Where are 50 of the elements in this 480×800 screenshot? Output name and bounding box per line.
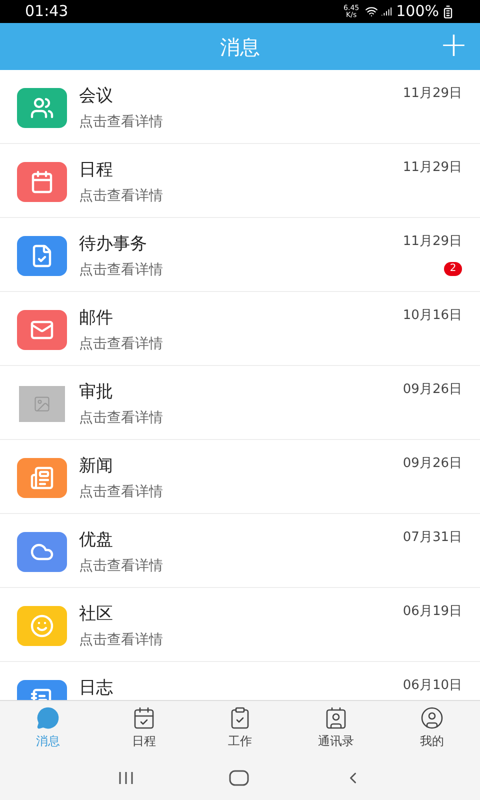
battery-icon (441, 4, 455, 18)
battery-percent: 100% (396, 1, 439, 22)
message-subtitle: 点击查看详情 (79, 335, 164, 354)
unread-count: 2 (444, 262, 462, 276)
message-row[interactable]: 优盘 点击查看详情 07月31日 (0, 514, 480, 588)
message-title: 会议 (79, 85, 114, 107)
message-row[interactable]: 新闻 点击查看详情 09月26日 (0, 440, 480, 514)
page-title: 消息 (220, 34, 260, 60)
recent-apps-icon[interactable] (118, 770, 134, 784)
message-row[interactable]: 日程 点击查看详情 11月29日 (0, 144, 480, 218)
contacts-icon (324, 706, 348, 730)
message-title: 日程 (79, 159, 114, 181)
message-title: 优盘 (79, 529, 114, 551)
message-date: 10月16日 (402, 307, 462, 325)
message-title: 审批 (79, 381, 114, 403)
home-icon[interactable] (228, 770, 249, 786)
message-subtitle: 点击查看详情 (79, 187, 164, 206)
message-title: 日志 (79, 677, 114, 699)
message-row[interactable]: 社区 点击查看详情 06月19日 (0, 588, 480, 662)
clock: 01:43 (25, 1, 68, 22)
message-subtitle: 点击查看详情 (79, 557, 164, 576)
chat-icon (36, 706, 60, 730)
message-date: 11月29日 (402, 85, 462, 103)
message-title: 邮件 (79, 307, 114, 329)
message-row[interactable]: 邮件 点击查看详情 10月16日 (0, 292, 480, 366)
message-date: 06月10日 (402, 677, 462, 695)
tab[interactable]: 通讯录 (288, 701, 384, 755)
message-date: 07月31日 (402, 529, 462, 547)
tab[interactable]: 工作 (192, 701, 288, 755)
tab[interactable]: 日程 (96, 701, 192, 755)
message-date: 11月29日 (402, 159, 462, 177)
message-row[interactable]: 审批 点击查看详情 09月26日 (0, 366, 480, 440)
profile-icon (420, 706, 444, 730)
message-subtitle: 点击查看详情 (79, 261, 164, 280)
message-subtitle: 点击查看详情 (79, 409, 164, 428)
message-row[interactable]: 待办事务 点击查看详情 11月29日 2 (0, 218, 480, 292)
message-date: 09月26日 (402, 455, 462, 473)
message-subtitle: 点击查看详情 (79, 113, 164, 132)
message-date: 11月29日 (402, 233, 462, 251)
message-subtitle: 点击查看详情 (79, 631, 164, 650)
tab[interactable]: 我的 (384, 701, 480, 755)
message-title: 新闻 (79, 455, 114, 477)
message-date: 09月26日 (402, 381, 462, 399)
message-row[interactable]: 会议 点击查看详情 11月29日 (0, 70, 480, 144)
message-title: 社区 (79, 603, 114, 625)
message-date: 06月19日 (402, 603, 462, 621)
signal-icon (381, 6, 392, 17)
message-subtitle: 点击查看详情 (79, 483, 164, 502)
message-title: 待办事务 (79, 233, 148, 255)
calendar-icon (132, 706, 156, 730)
